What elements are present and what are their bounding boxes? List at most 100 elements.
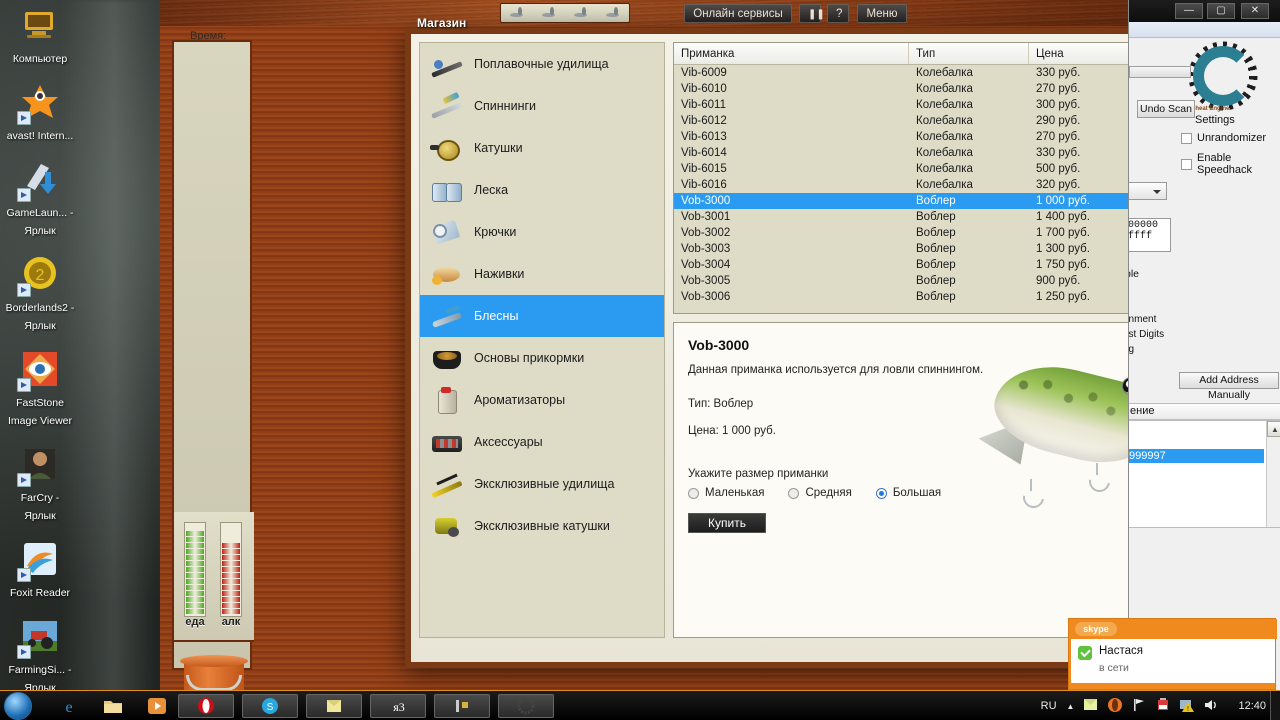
minimize-icon[interactable]: —: [1175, 3, 1203, 19]
taskbar-button-skype[interactable]: S: [242, 694, 298, 718]
size-radio-1[interactable]: Маленькая: [688, 487, 764, 499]
cell-type: Колебалка: [916, 147, 973, 159]
column-header-price[interactable]: Цена: [1029, 43, 1128, 64]
column-header-name[interactable]: Приманка: [674, 43, 909, 64]
table-row[interactable]: Vob-3002 Воблер 1 700 руб.: [674, 225, 1128, 241]
table-row[interactable]: Vib-6009 Колебалка 330 руб.: [674, 65, 1128, 81]
table-row[interactable]: Vib-6010 Колебалка 270 руб.: [674, 81, 1128, 97]
desktop-icon[interactable]: FarCry - Ярлык: [4, 443, 76, 524]
desktop-icon[interactable]: 2 Borderlands2 - Ярлык: [4, 253, 76, 334]
shop-category-9[interactable]: Ароматизаторы: [420, 379, 664, 421]
scan-value-field[interactable]: [1129, 66, 1191, 78]
maximize-icon[interactable]: ▢: [1207, 3, 1235, 19]
cheat-engine-icon: [517, 697, 535, 715]
cell-price: 270 руб.: [1036, 83, 1081, 95]
shop-category-11[interactable]: Эксклюзивные удилища: [420, 463, 664, 505]
volume-tray-icon[interactable]: [1202, 697, 1222, 715]
table-row[interactable]: Vob-3000 Воблер 1 000 руб.: [674, 193, 1128, 209]
undo-scan-button[interactable]: Undo Scan: [1137, 100, 1195, 118]
address-table-row[interactable]: 999997: [1129, 449, 1264, 463]
shop-category-label: Леска: [474, 183, 509, 197]
scroll-up-button[interactable]: ▲: [1267, 421, 1280, 437]
shop-category-1[interactable]: Поплавочные удилища: [420, 43, 664, 85]
flag-tray-icon[interactable]: [1130, 697, 1150, 715]
hook-icon: [430, 217, 464, 247]
cell-price: 1 750 руб.: [1036, 259, 1090, 271]
desktop-icon[interactable]: FarmingSi... - Ярлык: [4, 615, 76, 696]
size-radio-2[interactable]: Средняя: [788, 487, 852, 499]
cell-type: Колебалка: [916, 163, 973, 175]
opera-tray-icon[interactable]: [1106, 697, 1126, 715]
cell-name: Vob-3004: [681, 259, 731, 271]
tray-expand-icon[interactable]: ▲: [1067, 702, 1075, 711]
column-header-type[interactable]: Тип: [909, 43, 1029, 64]
start-orb-icon[interactable]: [4, 692, 32, 720]
taskbar-clock[interactable]: 12:40: [1238, 700, 1266, 712]
spoon-lure-icon: [430, 301, 464, 331]
language-indicator[interactable]: RU: [1041, 700, 1057, 712]
add-address-manually-button[interactable]: Add Address Manually: [1179, 372, 1279, 401]
value-type-dropdown[interactable]: [1129, 182, 1167, 200]
lure-detail-panel: Vob-3000 Данная приманка используется дл…: [673, 322, 1128, 638]
hex-value-field[interactable]: 00000 ffff: [1129, 218, 1171, 252]
cell-name: Vob-3000: [681, 195, 731, 207]
cell-type: Воблер: [916, 243, 956, 255]
unrandomizer-checkbox[interactable]: Unrandomizer: [1181, 132, 1266, 144]
cheat-engine-logo-icon: [1187, 40, 1259, 112]
taskbar-button-opera[interactable]: [178, 694, 234, 718]
buy-button[interactable]: Купить: [688, 513, 766, 533]
skype-contact-name[interactable]: Настася: [1099, 645, 1143, 657]
shop-category-12[interactable]: Эксклюзивные катушки: [420, 505, 664, 547]
table-row[interactable]: Vob-3001 Воблер 1 400 руб.: [674, 209, 1128, 225]
bar-segment: [186, 603, 204, 608]
cell-name: Vib-6014: [681, 147, 727, 159]
settings-label[interactable]: Settings: [1195, 114, 1235, 126]
desktop-icon[interactable]: GameLaun... - Ярлык: [4, 158, 76, 239]
taskbar-button-cheat-engine[interactable]: [498, 694, 554, 718]
media-player-icon[interactable]: [146, 696, 168, 716]
table-row[interactable]: Vib-6016 Колебалка 320 руб.: [674, 177, 1128, 193]
desktop-icon[interactable]: Foxit Reader: [4, 538, 76, 601]
size-radio-label: Маленькая: [705, 487, 765, 499]
svg-text:!: !: [1187, 706, 1189, 713]
table-row[interactable]: Vob-3005 Воблер 900 руб.: [674, 273, 1128, 289]
shop-category-3[interactable]: Катушки: [420, 127, 664, 169]
size-radio-3[interactable]: Большая: [875, 487, 941, 499]
show-desktop-button[interactable]: [1270, 691, 1280, 720]
cell-name: Vob-3005: [681, 275, 731, 287]
battery-tray-icon[interactable]: [1154, 697, 1174, 715]
table-row[interactable]: Vob-3006 Воблер 1 250 руб.: [674, 289, 1128, 305]
taskbar-button-tool[interactable]: [434, 694, 490, 718]
shop-category-10[interactable]: Аксессуары: [420, 421, 664, 463]
table-row[interactable]: Vib-6012 Колебалка 290 руб.: [674, 113, 1128, 129]
taskbar-button-aida3[interactable]: я3: [370, 694, 426, 718]
desktop-icon[interactable]: FastStone Image Viewer: [4, 348, 76, 429]
address-table[interactable]: 999997 ▲: [1129, 420, 1280, 528]
table-row[interactable]: Vob-3003 Воблер 1 300 руб.: [674, 241, 1128, 257]
shop-category-8[interactable]: Основы прикормки: [420, 337, 664, 379]
shop-category-7[interactable]: Блесны: [420, 295, 664, 337]
taskbar-button-notepad[interactable]: [306, 694, 362, 718]
explorer-folder-icon[interactable]: [102, 696, 124, 716]
address-table-scrollbar[interactable]: ▲: [1266, 421, 1280, 527]
internet-explorer-icon[interactable]: e: [58, 696, 80, 716]
cell-price: 1 300 руб.: [1036, 243, 1090, 255]
shop-category-2[interactable]: Спиннинги: [420, 85, 664, 127]
cell-name: Vob-3006: [681, 291, 731, 303]
warning-tray-icon[interactable]: !: [1178, 697, 1198, 715]
shop-category-6[interactable]: Наживки: [420, 253, 664, 295]
notepad-tray-icon[interactable]: [1082, 697, 1102, 715]
table-row[interactable]: Vib-6014 Колебалка 330 руб.: [674, 145, 1128, 161]
table-body: Vib-6009 Колебалка 330 руб. Vib-6010 Колебал…: [674, 65, 1128, 314]
table-row[interactable]: Vib-6015 Колебалка 500 руб.: [674, 161, 1128, 177]
table-row[interactable]: Vib-6011 Колебалка 300 руб.: [674, 97, 1128, 113]
desktop-icon[interactable]: Компьютер: [4, 4, 76, 67]
table-row[interactable]: Vob-3004 Воблер 1 750 руб.: [674, 257, 1128, 273]
skype-body[interactable]: Настася в сети: [1071, 639, 1275, 683]
shop-category-4[interactable]: Леска: [420, 169, 664, 211]
desktop-icon[interactable]: avast! Intern...: [4, 81, 76, 144]
table-row[interactable]: Vib-6013 Колебалка 270 руб.: [674, 129, 1128, 145]
close-icon[interactable]: ✕: [1241, 3, 1269, 19]
shop-category-5[interactable]: Крючки: [420, 211, 664, 253]
enable-speedhack-checkbox[interactable]: Enable Speedhack: [1181, 152, 1280, 176]
